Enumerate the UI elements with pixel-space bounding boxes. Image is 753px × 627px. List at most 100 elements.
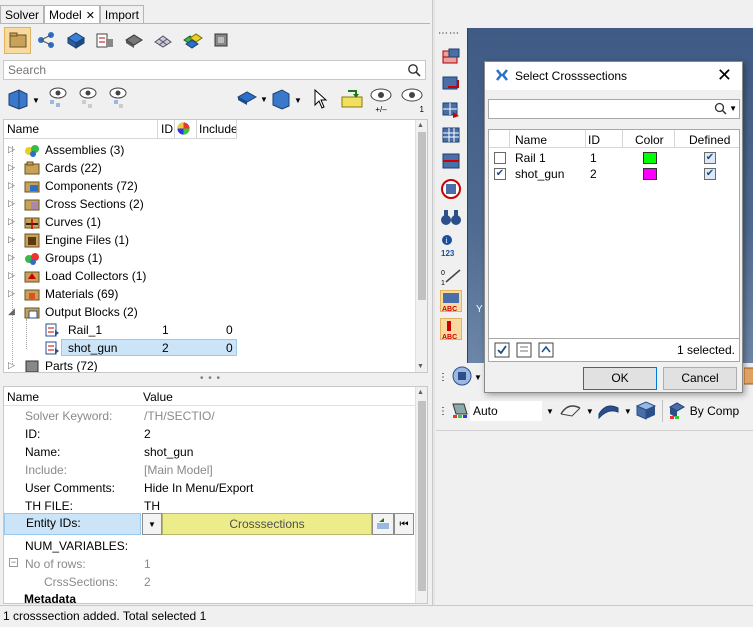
binoculars-icon[interactable]: [440, 206, 462, 228]
crss-sections-value[interactable]: 2: [144, 575, 151, 589]
dialog-search-field[interactable]: ▼: [488, 99, 740, 119]
reverse-selection-icon[interactable]: [538, 342, 554, 361]
scroll-up-icon[interactable]: ▲: [417, 122, 424, 129]
crosssection-view-icon[interactable]: [91, 27, 118, 54]
property-value[interactable]: TH: [144, 499, 160, 513]
entity-display-dropdown[interactable]: ▼: [236, 90, 270, 109]
tree-folder-row[interactable]: ▷ Parts (72): [4, 357, 414, 372]
isolate-icon[interactable]: [106, 86, 130, 115]
expand-arrow-icon[interactable]: ▷: [8, 252, 18, 263]
tree-folder-row[interactable]: ▷ Materials (69): [4, 285, 414, 303]
search-input[interactable]: [4, 61, 399, 79]
expand-arrow-icon[interactable]: ▷: [8, 288, 18, 299]
section-mesh-icon[interactable]: [440, 98, 462, 120]
wireframe-icon[interactable]: [558, 400, 584, 423]
col-name[interactable]: Name: [7, 122, 39, 136]
collapse-icon[interactable]: −: [9, 558, 18, 567]
tab-close-icon[interactable]: ✕: [86, 10, 95, 22]
expand-arrow-icon[interactable]: ▷: [8, 162, 18, 173]
dialog-col-color[interactable]: Color: [635, 133, 664, 147]
property-value[interactable]: [Main Model]: [144, 463, 213, 477]
color-mode-select[interactable]: Auto: [470, 401, 542, 421]
label-abc-icon[interactable]: ABC: [440, 290, 462, 313]
tab-solver[interactable]: Solver: [0, 5, 45, 24]
groups-view-icon[interactable]: [178, 27, 205, 54]
tab-model[interactable]: Model ✕: [44, 5, 100, 24]
row-checkbox[interactable]: [494, 152, 506, 164]
crosssections-selector-button[interactable]: Crosssections: [162, 513, 372, 535]
show-hide-toggle-icon[interactable]: +/–: [368, 86, 394, 114]
row-checkbox[interactable]: ✔: [494, 168, 506, 180]
color-swatch[interactable]: [643, 168, 657, 180]
mesh-circle-icon[interactable]: [440, 178, 462, 200]
by-comp-label[interactable]: By Comp: [690, 404, 739, 418]
mesh-view-icon[interactable]: [149, 27, 176, 54]
tree-child-row[interactable]: Rail_1 1 0: [4, 321, 414, 339]
col-id[interactable]: ID: [161, 122, 173, 136]
expand-arrow-icon[interactable]: ▷: [8, 270, 18, 281]
tree-folder-row[interactable]: ▷ Engine Files (1): [4, 231, 414, 249]
entity-options-button[interactable]: [372, 513, 394, 535]
tree-folder-row[interactable]: ▷ Components (72): [4, 177, 414, 195]
tree-folder-row[interactable]: ▷ Cards (22): [4, 159, 414, 177]
shaded-surface-icon[interactable]: [596, 400, 622, 423]
chevron-down-icon[interactable]: ▼: [474, 373, 482, 382]
entity-dropdown-button[interactable]: ▼: [142, 513, 162, 535]
scroll-thumb[interactable]: [418, 401, 426, 591]
section-cut-icon[interactable]: [440, 72, 462, 94]
tree-scrollbar[interactable]: ▲ ▼: [415, 120, 427, 372]
expand-arrow-icon[interactable]: ▷: [8, 234, 18, 245]
editor-scrollbar[interactable]: ▲: [415, 387, 427, 603]
tool-view-icon[interactable]: [120, 27, 147, 54]
reverse-selection-icon[interactable]: [340, 88, 364, 113]
select-all-icon[interactable]: [494, 342, 510, 361]
chevron-down-icon[interactable]: ▼: [546, 407, 554, 416]
hide-all-icon[interactable]: [76, 86, 100, 115]
scroll-down-icon[interactable]: ▼: [417, 363, 424, 370]
expand-arrow-icon[interactable]: ▷: [8, 144, 18, 155]
property-value[interactable]: Hide In Menu/Export: [144, 481, 253, 495]
expand-arrow-icon[interactable]: ▷: [8, 180, 18, 191]
chevron-down-icon[interactable]: ▼: [586, 407, 594, 416]
orange-tool-icon[interactable]: [743, 365, 753, 390]
chevron-down-icon[interactable]: ▼: [729, 104, 737, 113]
entity-reset-button[interactable]: ⏮: [394, 513, 414, 535]
tab-import[interactable]: Import: [99, 5, 144, 24]
select-none-icon[interactable]: [516, 342, 532, 361]
dialog-col-defined[interactable]: Defined: [689, 133, 730, 147]
by-comp-icon[interactable]: [667, 400, 687, 423]
tree-folder-row[interactable]: ▷ Assemblies (3): [4, 141, 414, 159]
connectivity-icon[interactable]: [33, 27, 60, 54]
panel-splitter[interactable]: • • •: [200, 373, 221, 384]
tree-folder-row[interactable]: ▷ Load Collectors (1): [4, 267, 414, 285]
shading-dropdown[interactable]: ▼: [270, 88, 304, 113]
property-value[interactable]: 2: [144, 427, 151, 441]
tree-folder-row[interactable]: ◢ Output Blocks (2): [4, 303, 414, 321]
collapse-arrow-icon[interactable]: ◢: [8, 306, 18, 317]
chevron-down-icon[interactable]: ▼: [624, 407, 632, 416]
crosssection-row[interactable]: ✔ shot_gun 2 ✔: [489, 166, 739, 182]
color-swatch[interactable]: [643, 152, 657, 164]
scroll-up-icon[interactable]: ▲: [417, 389, 424, 396]
solids-icon[interactable]: [62, 27, 89, 54]
dialog-col-name[interactable]: Name: [515, 133, 547, 147]
assembly-tool-icon[interactable]: [207, 27, 234, 54]
no-of-rows-value[interactable]: 1: [144, 557, 151, 571]
property-value[interactable]: shot_gun: [144, 445, 193, 459]
solid-box-icon[interactable]: [634, 399, 658, 424]
section-display-icon[interactable]: [440, 150, 462, 172]
tree-folder-row[interactable]: ▷ Curves (1): [4, 213, 414, 231]
tree-folder-row[interactable]: ▷ Groups (1): [4, 249, 414, 267]
rotate-view-icon[interactable]: [450, 365, 474, 390]
crosssection-row[interactable]: Rail 1 1 ✔: [489, 150, 739, 166]
panel-divider[interactable]: [432, 0, 435, 605]
col-include[interactable]: Include: [199, 122, 238, 136]
dialog-col-id[interactable]: ID: [588, 133, 600, 147]
section-plane-icon[interactable]: [440, 46, 462, 68]
entity-info-icon[interactable]: i 123: [440, 234, 462, 258]
expand-arrow-icon[interactable]: ▷: [8, 360, 18, 371]
tree-folder-row[interactable]: ▷ Cross Sections (2): [4, 195, 414, 213]
color-wheel-icon[interactable]: [176, 121, 191, 139]
show-one-icon[interactable]: 1: [400, 86, 424, 114]
label-abc-red-icon[interactable]: ABC: [440, 318, 462, 341]
